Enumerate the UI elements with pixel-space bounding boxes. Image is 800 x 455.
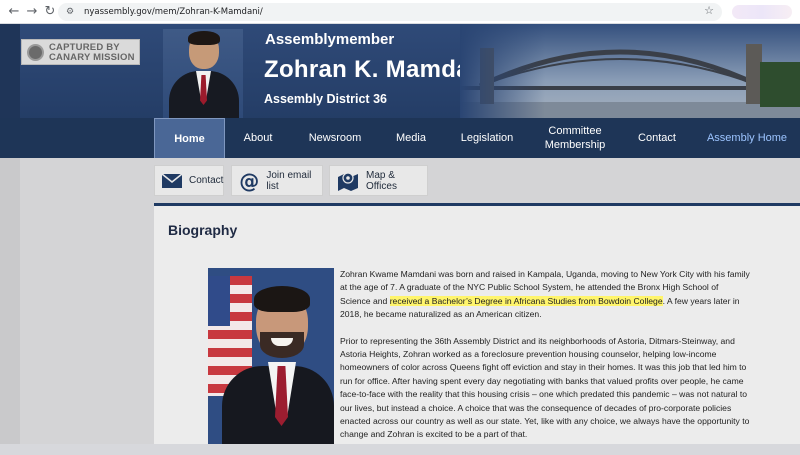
member-name: Zohran K. Mamdani	[264, 56, 492, 83]
biography-paragraph-2: Prior to representing the 36th Assembly …	[340, 335, 750, 440]
map-pin-icon	[337, 171, 359, 191]
browser-toolbar: ← → ↻ ⚙ nyassembly.gov/mem/Zohran-K-Mamd…	[0, 0, 800, 24]
forward-icon[interactable]: →	[24, 4, 40, 20]
profile-area[interactable]	[732, 5, 792, 19]
biography-paragraph-1: Zohran Kwame Mamdani was born and raised…	[340, 269, 750, 320]
back-icon[interactable]: ←	[6, 4, 22, 20]
watermark-text: CAPTURED BY CANARY MISSION	[49, 42, 135, 63]
nav-newsroom[interactable]: Newsroom	[296, 118, 374, 158]
nav-contact[interactable]: Contact	[624, 118, 690, 158]
envelope-icon	[162, 171, 182, 191]
highlighted-text: received a Bachelor’s Degree in Africana…	[389, 295, 663, 306]
member-role: Assemblymember	[265, 31, 395, 48]
join-email-list-label: Join email list	[266, 169, 312, 192]
nav-legislation[interactable]: Legislation	[448, 118, 526, 158]
reload-icon[interactable]: ↻	[42, 4, 58, 20]
contact-button-label: Contact	[189, 175, 224, 186]
nav-about[interactable]: About	[226, 118, 290, 158]
seal-icon	[27, 44, 44, 61]
map-offices-label: Map & Offices	[366, 169, 397, 192]
map-offices-button[interactable]: Map & Offices	[329, 165, 428, 196]
nav-home[interactable]: Home	[154, 118, 225, 158]
header-banner: CAPTURED BY CANARY MISSION Assemblymembe…	[0, 24, 800, 119]
bookmark-star-icon[interactable]: ☆	[704, 4, 714, 17]
nav-media[interactable]: Media	[380, 118, 442, 158]
nav-assembly-home[interactable]: Assembly Home	[696, 118, 798, 158]
nav-committee-membership[interactable]: Committee Membership	[532, 118, 618, 158]
biography-heading: Biography	[168, 222, 238, 238]
biography-text: Zohran Kwame Mamdani was born and raised…	[340, 268, 750, 455]
main-nav: Home About Newsroom Media Legislation Co…	[0, 118, 800, 158]
member-district: Assembly District 36	[264, 92, 387, 106]
bridge-image	[460, 24, 800, 119]
watermark-badge: CAPTURED BY CANARY MISSION	[21, 39, 140, 65]
biography-section: Biography Zohran Kwame Mamdani was born …	[154, 203, 800, 444]
url-text[interactable]: nyassembly.gov/mem/Zohran-K-Mamdani/	[84, 5, 263, 19]
site-info-icon[interactable]: ⚙	[66, 6, 78, 18]
address-bar[interactable]: ⚙ nyassembly.gov/mem/Zohran-K-Mamdani/ ☆	[58, 3, 722, 21]
member-photo	[208, 268, 334, 444]
join-email-list-button[interactable]: @ Join email list	[231, 165, 323, 196]
at-sign-icon: @	[239, 168, 260, 193]
contact-button[interactable]: Contact	[154, 165, 224, 196]
header-portrait	[163, 29, 243, 119]
